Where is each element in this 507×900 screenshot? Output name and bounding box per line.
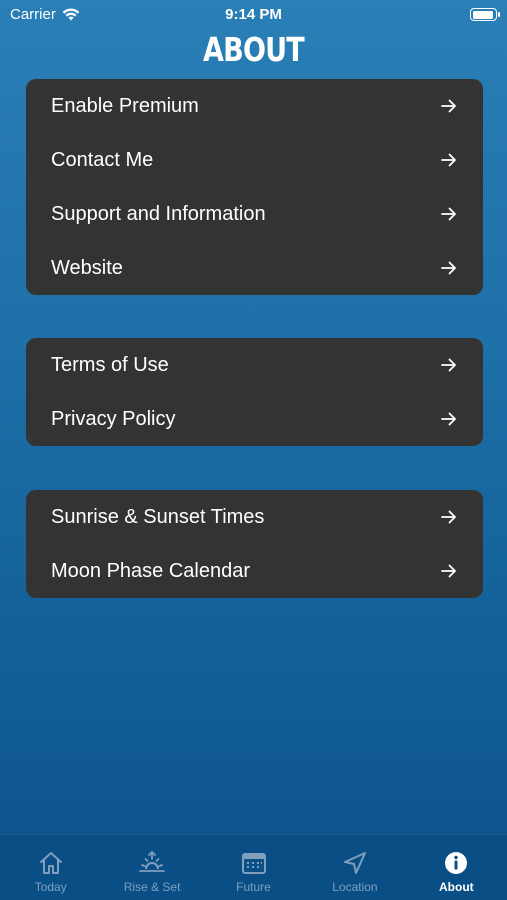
location-arrow-icon xyxy=(343,852,366,874)
arrow-right-icon xyxy=(441,99,456,113)
menu-item-label: Terms of Use xyxy=(51,353,169,376)
menu-item-sunrise-sunset-times[interactable]: Sunrise & Sunset Times xyxy=(26,490,483,544)
menu-item-moon-phase-calendar[interactable]: Moon Phase Calendar xyxy=(26,544,483,598)
tab-future[interactable]: Future xyxy=(203,835,304,900)
menu-item-label: Enable Premium xyxy=(51,94,199,117)
menu-item-support-information[interactable]: Support and Information xyxy=(26,187,483,241)
about-group-apps: Sunrise & Sunset Times Moon Phase Calend… xyxy=(26,490,483,598)
arrow-right-icon xyxy=(441,153,456,167)
menu-item-privacy-policy[interactable]: Privacy Policy xyxy=(26,392,483,446)
sunrise-icon xyxy=(139,851,166,872)
about-group-links: Enable Premium Contact Me Support and In… xyxy=(26,79,483,295)
arrow-right-icon xyxy=(441,412,456,426)
tab-label: Location xyxy=(332,880,378,894)
menu-item-terms-of-use[interactable]: Terms of Use xyxy=(26,338,483,392)
status-time: 9:14 PM xyxy=(225,6,282,23)
tab-label: About xyxy=(439,880,474,894)
menu-item-enable-premium[interactable]: Enable Premium xyxy=(26,79,483,133)
tab-label: Rise & Set xyxy=(123,880,181,894)
tab-label: Future xyxy=(236,880,271,894)
about-group-legal: Terms of Use Privacy Policy xyxy=(26,338,483,446)
menu-item-contact-me[interactable]: Contact Me xyxy=(26,133,483,187)
arrow-right-icon xyxy=(441,358,456,372)
menu-item-label: Website xyxy=(51,256,123,279)
arrow-right-icon xyxy=(441,510,456,524)
arrow-right-icon xyxy=(441,564,456,578)
menu-item-label: Privacy Policy xyxy=(51,407,176,430)
menu-item-label: Moon Phase Calendar xyxy=(51,559,251,582)
house-icon xyxy=(39,852,62,874)
tab-label: Today xyxy=(34,880,67,894)
page-title: ABOUT xyxy=(203,30,305,69)
info-icon xyxy=(445,852,468,874)
tab-about[interactable]: About xyxy=(406,835,507,900)
battery-icon xyxy=(470,8,500,21)
menu-item-label: Support and Information xyxy=(51,202,266,225)
status-bar: Carrier 9:14 PM xyxy=(0,0,507,28)
arrow-right-icon xyxy=(441,207,456,221)
tab-location[interactable]: Location xyxy=(304,835,405,900)
calendar-icon xyxy=(241,853,266,874)
menu-item-website[interactable]: Website xyxy=(26,241,483,295)
menu-item-label: Contact Me xyxy=(51,148,154,171)
tab-rise-set[interactable]: Rise & Set xyxy=(101,835,202,900)
tab-today[interactable]: Today xyxy=(0,835,101,900)
tab-bar: Today Rise & Set Future Location About xyxy=(0,834,507,900)
arrow-right-icon xyxy=(441,261,456,275)
menu-item-label: Sunrise & Sunset Times xyxy=(51,505,265,528)
